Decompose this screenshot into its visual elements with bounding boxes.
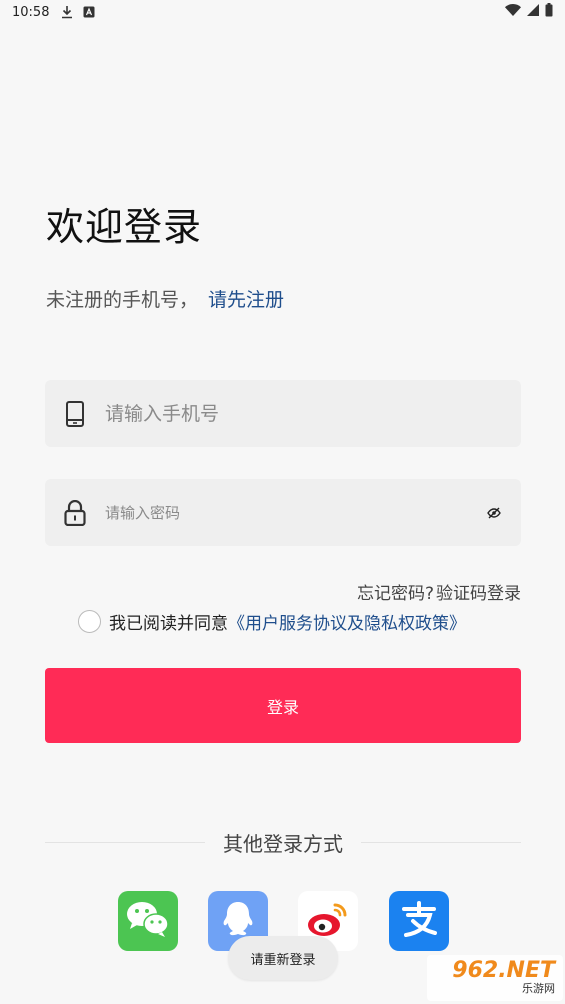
phone-input[interactable] (105, 402, 503, 425)
password-field[interactable] (45, 479, 521, 546)
status-right-group (505, 3, 553, 21)
phone-field[interactable] (45, 380, 521, 447)
wechat-login-button[interactable] (118, 891, 178, 951)
lock-icon (63, 499, 87, 527)
password-input[interactable] (105, 503, 485, 522)
alipay-icon (398, 899, 440, 943)
aux-links: 忘记密码? 验证码登录 (357, 579, 521, 604)
toast-message: 请重新登录 (228, 936, 338, 980)
page-title: 欢迎登录 (46, 205, 203, 249)
register-prompt-text: 未注册的手机号， (46, 289, 199, 311)
watermark: 962.NET 乐游网 (427, 955, 563, 1001)
policy-link[interactable]: 《用户服务协议及隐私权政策》 (228, 609, 466, 634)
divider-line-left (45, 841, 205, 843)
download-icon (61, 5, 73, 19)
agree-text: 我已阅读并同意 (109, 614, 228, 634)
wifi-icon (505, 4, 521, 20)
watermark-sub: 乐游网 (522, 982, 555, 996)
agreement-row: 我已阅读并同意 《用户服务协议及隐私权政策》 (78, 609, 466, 634)
status-bar: 10:58 (0, 0, 565, 24)
code-login-link[interactable]: 验证码登录 (436, 579, 521, 604)
forgot-password-link[interactable]: 忘记密码? (357, 579, 434, 604)
eye-off-icon[interactable] (485, 504, 503, 522)
wechat-icon (124, 899, 172, 943)
battery-icon (545, 3, 553, 21)
divider-line-right (361, 841, 521, 843)
agree-checkbox[interactable] (78, 610, 101, 633)
register-prompt: 未注册的手机号， 请先注册 (46, 285, 284, 312)
status-time: 10:58 (12, 4, 50, 20)
login-button[interactable]: 登录 (45, 668, 521, 743)
other-login-divider: 其他登录方式 (45, 828, 521, 856)
alipay-login-button[interactable] (389, 891, 449, 951)
a-notification-icon (83, 6, 95, 18)
signal-icon (527, 4, 539, 20)
watermark-main: 962.NET (452, 958, 555, 984)
register-link[interactable]: 请先注册 (208, 285, 284, 312)
other-login-label: 其他登录方式 (223, 831, 343, 856)
phone-icon (63, 400, 87, 428)
